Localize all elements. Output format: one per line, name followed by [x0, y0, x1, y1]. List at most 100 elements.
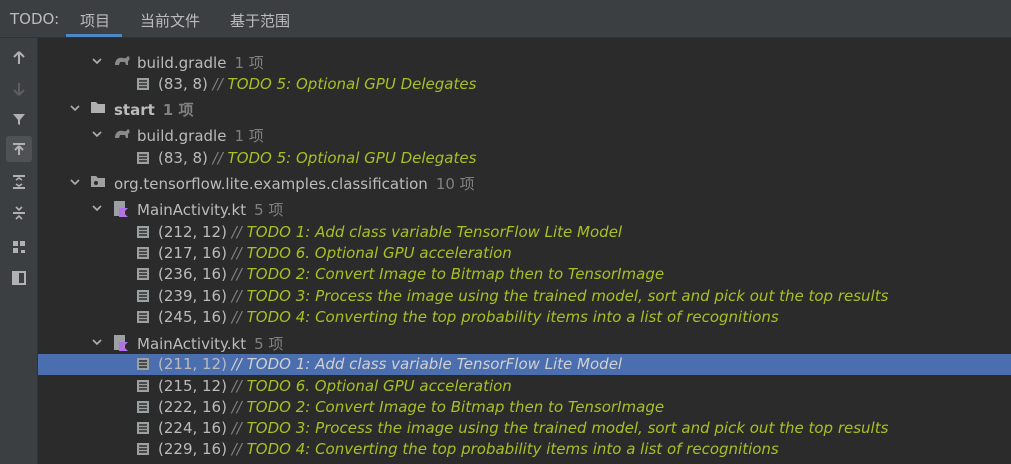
- todo-item-label: (245, 16) // TODO 4: Converting the top …: [158, 308, 779, 326]
- todo-item-row[interactable]: (83, 8) // TODO 5: Optional GPU Delegate…: [38, 74, 1011, 95]
- todo-item-label: (229, 16) // TODO 4: Converting the top …: [158, 440, 779, 458]
- node-name: build.gradle: [137, 54, 227, 72]
- node-label: MainActivity.kt 5 项: [137, 199, 283, 220]
- node-label: MainActivity.kt 5 项: [137, 333, 283, 354]
- todo-position: (83, 8): [158, 75, 208, 93]
- item-count: 5 项: [254, 335, 284, 353]
- todo-item-label: (239, 16) // TODO 3: Process the image u…: [158, 287, 888, 305]
- file-node-row[interactable]: MainActivity.kt 5 项: [38, 198, 1011, 219]
- chevron-down-icon[interactable]: [90, 335, 104, 349]
- collapse-all-button[interactable]: [6, 200, 32, 226]
- file-node-row[interactable]: build.gradle 1 项: [38, 124, 1011, 145]
- expand-all-button[interactable]: [6, 169, 32, 195]
- tab-current-file[interactable]: 当前文件: [140, 10, 200, 31]
- todo-item-icon: [136, 151, 150, 169]
- comment-separator: //: [226, 440, 247, 458]
- tab-project[interactable]: 项目: [80, 10, 110, 31]
- folder-node-row[interactable]: start 1 项: [38, 98, 1011, 119]
- item-count: 5 项: [254, 201, 284, 219]
- todo-item-label: (222, 16) // TODO 2: Convert Image to Bi…: [158, 398, 664, 416]
- folder-icon: [90, 100, 106, 118]
- tab-scope-based[interactable]: 基于范围: [230, 10, 290, 31]
- comment-separator: //: [226, 308, 247, 326]
- todo-position: (222, 16): [158, 398, 227, 416]
- comment-separator: //: [226, 265, 247, 283]
- chevron-down-icon[interactable]: [90, 127, 104, 141]
- todo-item-row[interactable]: (215, 12) // TODO 6. Optional GPU accele…: [38, 376, 1011, 397]
- kotlin-file-icon: [113, 200, 129, 222]
- collapse-all-icon: [13, 206, 25, 220]
- filter-icon: [13, 114, 25, 125]
- node-label: build.gradle 1 项: [137, 52, 264, 73]
- chevron-down-icon[interactable]: [90, 201, 104, 215]
- node-label: build.gradle 1 项: [137, 125, 264, 146]
- chevron-down-icon[interactable]: [68, 175, 82, 189]
- todo-item-row[interactable]: (236, 16) // TODO 2: Convert Image to Bi…: [38, 264, 1011, 285]
- todo-item-label: (211, 12) // TODO 1: Add class variable …: [158, 355, 622, 373]
- todo-position: (212, 12): [158, 223, 227, 241]
- filter-button[interactable]: [6, 106, 32, 132]
- todo-tree: build.gradle 1 项 (83, 8) // TODO 5: Option…: [38, 38, 1011, 464]
- todo-item-label: (236, 16) // TODO 2: Convert Image to Bi…: [158, 265, 664, 283]
- preview-button[interactable]: [6, 265, 32, 291]
- node-name: start: [114, 101, 155, 119]
- previous-occurrence-button[interactable]: [6, 45, 32, 71]
- tool-window-title: TODO:: [10, 10, 60, 28]
- todo-item-label: (215, 12) // TODO 6. Optional GPU accele…: [158, 377, 512, 395]
- todo-item-icon: [136, 267, 150, 285]
- comment-separator: //: [207, 149, 228, 167]
- todo-item-row[interactable]: (83, 8) // TODO 5: Optional GPU Delegate…: [38, 148, 1011, 169]
- todo-item-label: (83, 8) // TODO 5: Optional GPU Delegate…: [158, 75, 476, 93]
- file-node-row[interactable]: build.gradle 1 项: [38, 51, 1011, 72]
- todo-item-label: (224, 16) // TODO 3: Process the image u…: [158, 419, 888, 437]
- chevron-down-icon[interactable]: [68, 101, 82, 115]
- preview-icon: [12, 271, 26, 285]
- arrow-up-icon: [13, 51, 25, 64]
- todo-position: (224, 16): [158, 419, 227, 437]
- todo-text: TODO 3: Process the image using the trai…: [246, 287, 889, 305]
- node-label: org.tensorflow.lite.examples.classificat…: [114, 173, 475, 194]
- todo-position: (215, 12): [158, 377, 227, 395]
- todo-text: TODO 6. Optional GPU acceleration: [246, 244, 512, 262]
- node-label: start 1 项: [114, 99, 193, 120]
- todo-tool-window-header: TODO: 项目 当前文件 基于范围: [0, 0, 1011, 38]
- comment-separator: //: [226, 355, 247, 373]
- autoscroll-to-source-button[interactable]: [6, 136, 32, 162]
- todo-item-row[interactable]: (211, 12) // TODO 1: Add class variable …: [38, 354, 1011, 375]
- todo-item-row[interactable]: (224, 16) // TODO 3: Process the image u…: [38, 418, 1011, 439]
- todo-item-icon: [136, 357, 150, 375]
- todo-item-row[interactable]: (212, 12) // TODO 1: Add class variable …: [38, 222, 1011, 243]
- group-by-icon: [13, 241, 25, 253]
- todo-item-icon: [136, 310, 150, 328]
- todo-position: (229, 16): [158, 440, 227, 458]
- todo-item-icon: [136, 225, 150, 243]
- todo-item-icon: [136, 421, 150, 439]
- todo-item-row[interactable]: (239, 16) // TODO 3: Process the image u…: [38, 286, 1011, 307]
- expand-all-icon: [13, 175, 25, 189]
- todo-item-icon: [136, 246, 150, 264]
- todo-item-label: (212, 12) // TODO 1: Add class variable …: [158, 223, 622, 241]
- todo-item-row[interactable]: (245, 16) // TODO 4: Converting the top …: [38, 307, 1011, 328]
- todo-item-label: (83, 8) // TODO 5: Optional GPU Delegate…: [158, 149, 476, 167]
- comment-separator: //: [226, 398, 247, 416]
- file-node-row[interactable]: MainActivity.kt 5 项: [38, 332, 1011, 353]
- todo-item-row[interactable]: (229, 16) // TODO 4: Converting the top …: [38, 439, 1011, 460]
- comment-separator: //: [226, 419, 247, 437]
- todo-item-row[interactable]: (222, 16) // TODO 2: Convert Image to Bi…: [38, 397, 1011, 418]
- item-count: 10 项: [435, 175, 475, 193]
- todo-position: (217, 16): [158, 244, 227, 262]
- todo-text: TODO 2: Convert Image to Bitmap then to …: [246, 265, 665, 283]
- next-occurrence-button[interactable]: [6, 76, 32, 102]
- todo-position: (83, 8): [158, 149, 208, 167]
- todo-item-icon: [136, 77, 150, 95]
- node-name: build.gradle: [137, 127, 227, 145]
- group-by-button[interactable]: [6, 234, 32, 260]
- chevron-down-icon[interactable]: [90, 54, 104, 68]
- todo-text: TODO 4: Converting the top probability i…: [246, 440, 779, 458]
- todo-text: TODO 1: Add class variable TensorFlow Li…: [246, 355, 623, 373]
- comment-separator: //: [226, 287, 247, 305]
- active-tab-indicator: [66, 34, 122, 37]
- todo-item-row[interactable]: (217, 16) // TODO 6. Optional GPU accele…: [38, 243, 1011, 264]
- todo-toolbar: [0, 38, 38, 464]
- package-node-row[interactable]: org.tensorflow.lite.examples.classificat…: [38, 172, 1011, 193]
